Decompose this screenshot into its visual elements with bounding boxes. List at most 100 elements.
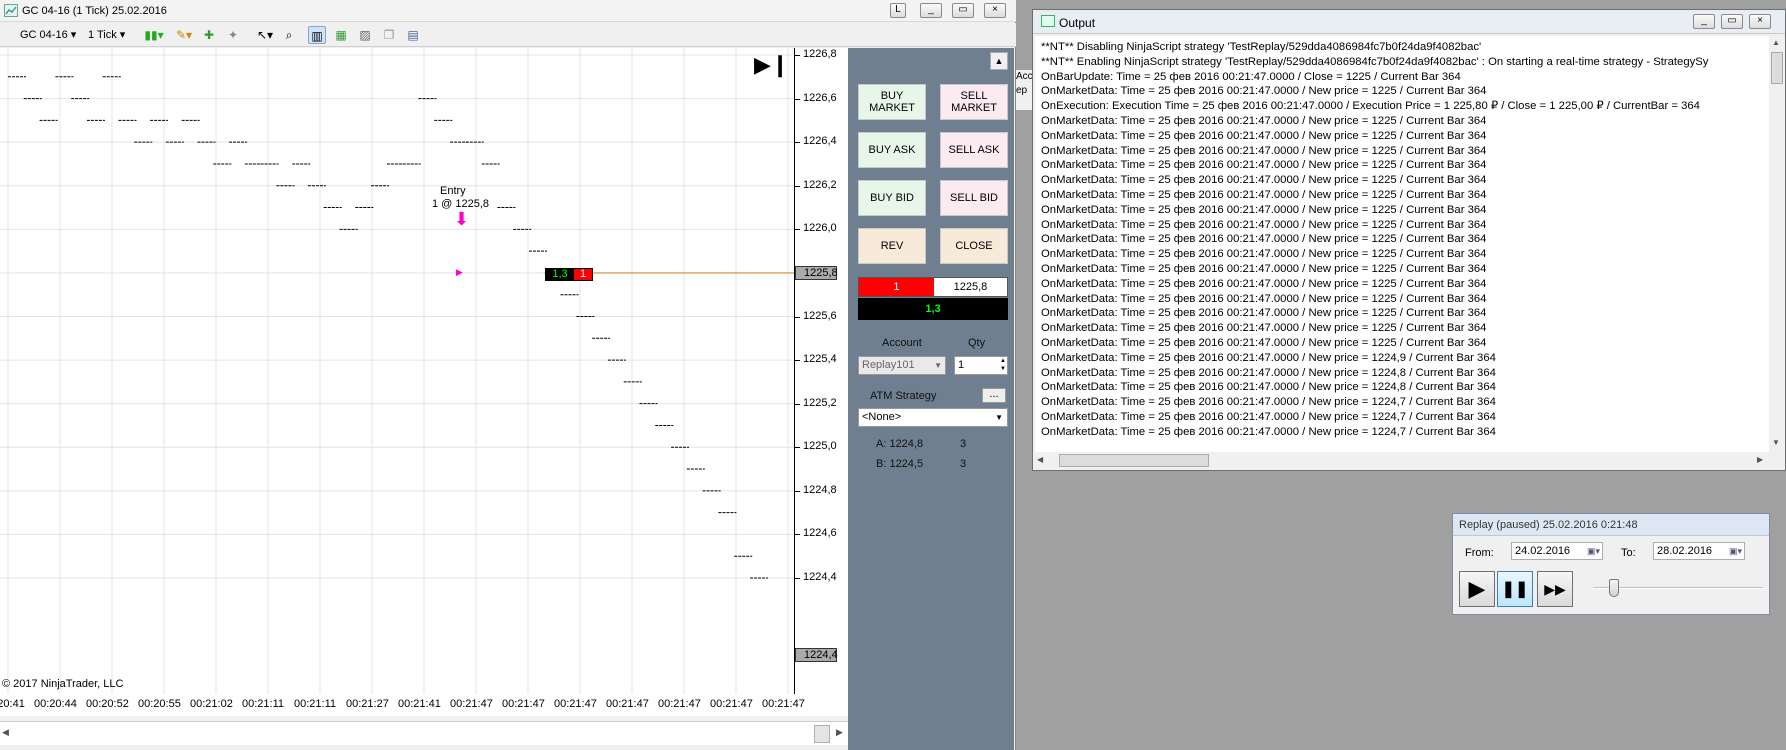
strategy-icon[interactable]: ✦ (224, 26, 242, 44)
output-line: OnMarketData: Time = 25 фев 2016 00:21:4… (1041, 411, 1496, 423)
sell-bid-button[interactable]: SELL BID (940, 180, 1008, 216)
link-button[interactable]: L (890, 3, 906, 18)
time-tick-label: 00:20:41 (0, 698, 25, 710)
restore-button[interactable]: ▭ (952, 3, 974, 18)
price-axis[interactable]: 1226,8 1226,6 1226,4 1226,2 1226,0 1225,8 1225… (794, 48, 848, 694)
price-tick-label: 1225,0 (803, 440, 837, 453)
output-window-title: Output (1059, 16, 1096, 30)
buy-market-button[interactable]: BUY MARKET (858, 84, 926, 120)
output-restore-button[interactable]: ▭ (1721, 14, 1743, 29)
scroll-to-end-icon[interactable]: ▶❙ (754, 54, 789, 76)
scroll-down-icon[interactable]: ▼ (1772, 438, 1780, 447)
time-tick-label: 00:21:47 (606, 698, 649, 710)
cursor-icon[interactable]: ↖▾ (252, 26, 278, 44)
add-indicator-icon[interactable]: ✚ (200, 26, 218, 44)
output-minimize-button[interactable]: _ (1693, 14, 1715, 29)
ask-price: A: 1224,8 (876, 438, 924, 450)
collapse-panel-button[interactable]: ▲ (990, 52, 1008, 70)
entry-label: Entry (440, 185, 466, 197)
price-tick-label: 1226,8 (803, 48, 837, 60)
zoom-icon[interactable]: ⌕ (280, 26, 298, 44)
output-line: OnMarketData: Time = 25 фев 2016 00:21:4… (1041, 174, 1487, 187)
price-tick-label: 1224,6 (803, 527, 837, 540)
replay-title-bar: Replay (paused) 25.02.2016 0:21:48 (1453, 514, 1769, 536)
pencil-icon[interactable]: ✎▾ (172, 26, 196, 44)
from-label: From: (1465, 547, 1494, 559)
account-label: Account (882, 337, 922, 349)
close-button[interactable]: × (984, 3, 1006, 18)
price-tick-mark (795, 403, 800, 405)
output-line: OnMarketData: Time = 25 фев 2016 00:21:4… (1041, 277, 1487, 290)
background-text-2: ep (1016, 85, 1028, 96)
from-date-picker[interactable]: 24.02.2016 ▣▾ (1511, 542, 1603, 560)
time-tick-label: 00:20:44 (34, 698, 77, 710)
output-line: OnMarketData: Time = 25 фев 2016 00:21:4… (1041, 366, 1496, 379)
output-line: **NT** Disabling NinjaScript strategy 'T… (1041, 41, 1482, 53)
output-close-button[interactable]: × (1749, 14, 1771, 29)
output-vscroll-thumb[interactable] (1771, 52, 1783, 84)
chart-window: GC 04-16 (1 Tick) 25.02.2016 L _ ▭ × GC … (0, 0, 1016, 750)
to-date-picker[interactable]: 28.02.2016 ▣▾ (1653, 542, 1745, 560)
atm-options-button[interactable]: ... (982, 388, 1006, 403)
output-line: OnMarketData: Time = 25 фев 2016 00:21:4… (1041, 233, 1487, 246)
scroll-thumb[interactable] (814, 725, 830, 743)
buy-bid-button[interactable]: BUY BID (858, 180, 926, 216)
stepper-arrows-icon[interactable]: ▲ ▼ (1000, 357, 1006, 373)
output-window: Output _ ▭ × **NT** Disabling NinjaScrip… (1032, 9, 1786, 471)
position-display[interactable]: 1,3 1 (545, 268, 593, 281)
sell-market-button[interactable]: SELL MARKET (940, 84, 1008, 120)
unrealized-pnl: 1,3 (858, 298, 1008, 320)
close-position-button[interactable]: CLOSE (940, 228, 1008, 264)
calendar-icon[interactable]: ▣▾ (1587, 543, 1600, 559)
chart-title-bar: GC 04-16 (1 Tick) 25.02.2016 L _ ▭ × (0, 0, 1016, 22)
output-horizontal-scrollbar[interactable]: ◀ ▶ (1035, 452, 1769, 470)
output-text-area[interactable]: **NT** Disabling NinjaScript strategy 'T… (1035, 36, 1769, 452)
atm-strategy-select[interactable]: <None> ▼ (858, 408, 1008, 427)
price-tick-mark (795, 534, 800, 536)
properties-icon[interactable]: ▤ (404, 26, 422, 44)
price-tick-mark (795, 55, 800, 56)
scroll-up-icon[interactable]: ▲ (1772, 38, 1780, 47)
output-vertical-scrollbar[interactable]: ▲ ▼ (1769, 36, 1785, 452)
minimize-button[interactable]: _ (920, 3, 942, 18)
output-line: OnMarketData: Time = 25 фев 2016 00:21:4… (1041, 85, 1487, 98)
time-tick-label: 00:21:47 (762, 698, 805, 710)
quantity-stepper[interactable]: 1 ▲ ▼ (954, 356, 1008, 375)
price-tick-mark (795, 98, 800, 100)
output-line: OnMarketData: Time = 25 фев 2016 00:21:4… (1041, 351, 1496, 364)
scroll-right-icon[interactable]: ▶ (1757, 455, 1763, 464)
chart-toolbar: GC 04-16 ▾ 1 Tick ▾ ▮▮▾ ✎▾ ✚ ✦ ↖▾ ⌕ ▥ ▦ … (0, 23, 1016, 47)
time-axis[interactable]: 00:20:41 00:20:44 00:20:52 00:20:55 00:21:02… (0, 694, 848, 716)
play-button[interactable]: ▶ (1459, 571, 1495, 607)
chart-app-icon (4, 4, 18, 17)
output-line: OnMarketData: Time = 25 фев 2016 00:21:4… (1041, 144, 1487, 157)
instrument-selector[interactable]: GC 04-16 ▾ (20, 27, 76, 43)
replay-speed-slider[interactable] (1609, 579, 1619, 597)
buy-ask-button[interactable]: BUY ASK (858, 132, 926, 168)
output-hscroll-thumb[interactable] (1059, 454, 1209, 467)
pause-button[interactable]: ❚❚ (1497, 571, 1533, 607)
time-tick-label: 00:21:47 (450, 698, 493, 710)
position-size: 1 (574, 269, 592, 280)
chart-horizontal-scrollbar[interactable]: ◀ ▶ (0, 721, 848, 745)
sell-ask-button[interactable]: SELL ASK (940, 132, 1008, 168)
scroll-right-icon[interactable]: ▶ (836, 727, 843, 738)
fast-forward-button[interactable]: ▶▶ (1537, 571, 1573, 607)
copy-icon[interactable]: ❐ (380, 26, 398, 44)
chart-plot-area[interactable]: ▶❙ Entry 1 @ 1225,8 ⬇ ▶ 1,3 1 © 2017 Nin… (0, 48, 794, 694)
image-icon[interactable]: ▨ (356, 26, 374, 44)
account-select[interactable]: Replay101 ▼ (858, 356, 946, 375)
scroll-left-icon[interactable]: ◀ (2, 727, 9, 738)
data-box-icon[interactable]: ▦ (332, 26, 350, 44)
scroll-left-icon[interactable]: ◀ (1037, 455, 1043, 464)
calendar-icon[interactable]: ▣▾ (1729, 543, 1742, 559)
output-line: OnMarketData: Time = 25 фев 2016 00:21:4… (1041, 218, 1487, 231)
reverse-button[interactable]: REV (858, 228, 926, 264)
bid-size: 3 (960, 458, 967, 470)
output-line: OnMarketData: Time = 25 фев 2016 00:21:4… (1041, 189, 1487, 201)
time-tick-label: 00:21:47 (502, 698, 545, 710)
output-line: OnMarketData: Time = 25 фев 2016 00:21:4… (1041, 263, 1487, 275)
chart-trader-icon[interactable]: ▥ (308, 26, 326, 44)
interval-selector[interactable]: 1 Tick ▾ (88, 27, 125, 43)
chart-style-icon[interactable]: ▮▮▾ (140, 26, 168, 44)
